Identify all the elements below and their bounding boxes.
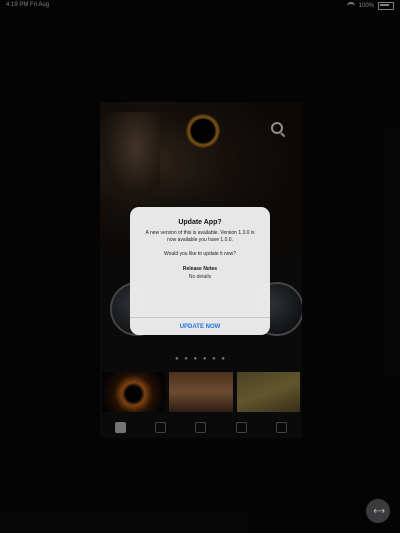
expand-button[interactable]: ⤢ xyxy=(366,499,390,523)
release-notes-body: No details xyxy=(188,274,212,280)
update-now-button[interactable]: UPDATE NOW xyxy=(130,318,270,335)
alert-title: Update App? xyxy=(178,219,222,226)
release-notes-title: Release Notes xyxy=(182,266,218,272)
expand-icon: ⤢ xyxy=(370,503,386,519)
update-alert-dialog: Update App? A new version of this is ava… xyxy=(130,207,270,335)
alert-message: A new version of this is available. Vers… xyxy=(145,230,255,243)
alert-prompt: Would you like to update it now? xyxy=(164,251,236,257)
